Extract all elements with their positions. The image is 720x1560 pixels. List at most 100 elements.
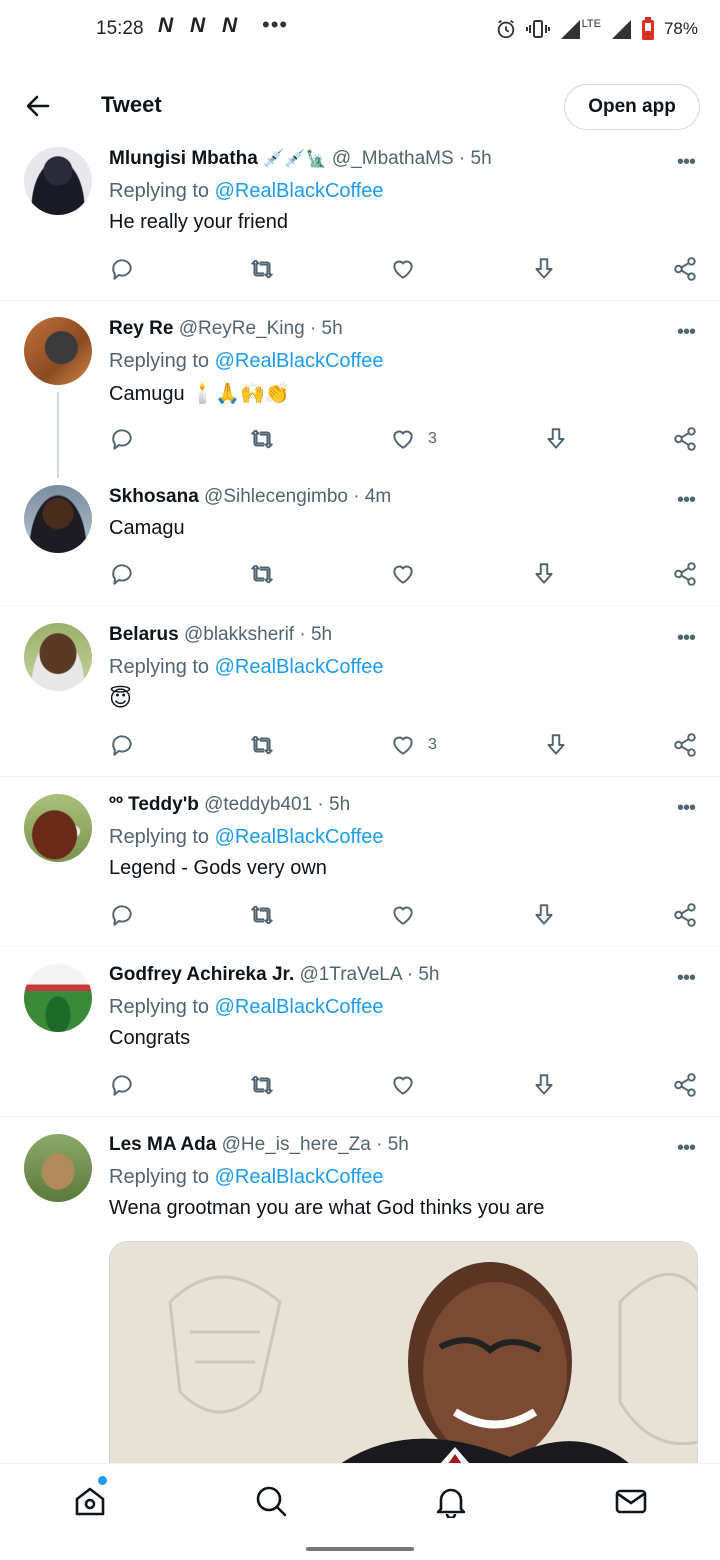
divider xyxy=(0,605,720,606)
author-handle: @_MbathaMS · 5h xyxy=(331,148,492,169)
more-options-icon[interactable]: ••• xyxy=(672,968,700,992)
page-title: Tweet xyxy=(101,92,162,117)
like-button[interactable] xyxy=(390,561,416,587)
tweet-meta: Skhosana @Sihlecengimbo · 4m xyxy=(109,486,391,508)
avatar[interactable] xyxy=(24,964,92,1032)
share-button[interactable] xyxy=(672,426,698,452)
author-name[interactable]: Mlungisi Mbatha xyxy=(109,148,258,169)
bottom-navigation xyxy=(0,1463,720,1535)
nav-messages[interactable] xyxy=(614,1484,648,1518)
divider xyxy=(0,946,720,947)
avatar[interactable] xyxy=(24,794,92,862)
share-icon xyxy=(674,257,696,281)
reply-button[interactable] xyxy=(109,561,135,587)
share-icon xyxy=(674,733,696,757)
retweet-button[interactable] xyxy=(249,732,275,758)
share-button[interactable] xyxy=(672,902,698,928)
reply-mention-link[interactable]: @RealBlackCoffee xyxy=(215,826,384,848)
tweet-meta: Godfrey Achireka Jr. @1TraVeLA · 5h xyxy=(109,964,440,986)
avatar[interactable] xyxy=(24,317,92,385)
author-handle: @teddyb401 · 5h xyxy=(204,794,351,815)
nav-home[interactable] xyxy=(73,1484,107,1518)
download-button[interactable] xyxy=(543,732,569,758)
avatar[interactable] xyxy=(24,1134,92,1202)
more-options-icon[interactable]: ••• xyxy=(672,152,700,176)
author-handle: @1TraVeLA · 5h xyxy=(299,964,440,985)
reply-mention-link[interactable]: @RealBlackCoffee xyxy=(215,996,384,1018)
top-app-bar: Tweet Open app xyxy=(0,70,720,142)
download-button[interactable] xyxy=(531,902,557,928)
gesture-bar[interactable] xyxy=(306,1547,414,1551)
download-button[interactable] xyxy=(543,426,569,452)
download-button[interactable] xyxy=(531,561,557,587)
author-name[interactable]: Les MA Ada xyxy=(109,1134,216,1155)
retweet-button[interactable] xyxy=(249,902,275,928)
download-arrow-icon xyxy=(535,258,553,279)
nav-search[interactable] xyxy=(254,1484,288,1518)
retweet-icon xyxy=(251,735,273,755)
share-icon xyxy=(674,562,696,586)
reply-button[interactable] xyxy=(109,256,135,282)
replying-label: Replying to xyxy=(109,1166,215,1188)
more-options-icon[interactable]: ••• xyxy=(672,628,700,652)
heart-icon xyxy=(393,906,413,925)
reply-mention-link[interactable]: @RealBlackCoffee xyxy=(215,1166,384,1188)
back-button[interactable] xyxy=(22,90,54,122)
more-options-icon[interactable]: ••• xyxy=(672,1138,700,1162)
like-button[interactable] xyxy=(390,426,416,452)
reply-icon xyxy=(112,735,132,756)
status-bar: 15:28 N N N ••• LTE 78% xyxy=(0,0,720,60)
retweet-button[interactable] xyxy=(249,561,275,587)
retweet-button[interactable] xyxy=(249,256,275,282)
tweet-media-image[interactable] xyxy=(109,1241,698,1463)
author-name[interactable]: Belarus xyxy=(109,624,179,645)
like-button[interactable] xyxy=(390,732,416,758)
avatar[interactable] xyxy=(24,485,92,553)
tweet-meta: Mlungisi Mbatha 💉💉🗽 @_MbathaMS · 5h xyxy=(109,148,492,170)
notification-n-icon: N xyxy=(158,14,173,37)
more-options-icon[interactable]: ••• xyxy=(672,798,700,822)
avatar[interactable] xyxy=(24,623,92,691)
avatar[interactable] xyxy=(24,147,92,215)
heart-icon xyxy=(393,430,413,449)
tweet-text: Legend - Gods very own xyxy=(109,857,327,879)
reply-mention-link[interactable]: @RealBlackCoffee xyxy=(215,180,384,202)
reply-button[interactable] xyxy=(109,732,135,758)
open-app-button[interactable]: Open app xyxy=(564,84,700,130)
download-button[interactable] xyxy=(531,1072,557,1098)
author-handle: @blakksherif · 5h xyxy=(183,624,333,645)
status-more-icon: ••• xyxy=(262,12,289,37)
share-icon xyxy=(674,427,696,451)
reply-mention-link[interactable]: @RealBlackCoffee xyxy=(215,656,384,678)
more-options-icon[interactable]: ••• xyxy=(672,322,700,346)
retweet-button[interactable] xyxy=(249,426,275,452)
author-name[interactable]: Rey Re xyxy=(109,318,173,339)
nav-notifications[interactable] xyxy=(434,1484,468,1520)
author-name[interactable]: ºº Teddy'b xyxy=(109,794,199,815)
author-name[interactable]: Skhosana xyxy=(109,486,199,507)
reply-icon xyxy=(112,1075,132,1096)
reply-button[interactable] xyxy=(109,902,135,928)
like-button[interactable] xyxy=(390,902,416,928)
like-button[interactable] xyxy=(390,1072,416,1098)
share-button[interactable] xyxy=(672,561,698,587)
like-button[interactable] xyxy=(390,256,416,282)
replying-to: Replying to @RealBlackCoffee xyxy=(109,1166,384,1189)
battery-percent: 78% xyxy=(663,19,698,38)
back-arrow-icon xyxy=(26,95,50,117)
share-button[interactable] xyxy=(672,1072,698,1098)
tweet-text: He really your friend xyxy=(109,211,288,233)
reply-button[interactable] xyxy=(109,1072,135,1098)
reply-button[interactable] xyxy=(109,426,135,452)
reply-icon xyxy=(112,429,132,450)
share-button[interactable] xyxy=(672,732,698,758)
retweet-button[interactable] xyxy=(249,1072,275,1098)
download-button[interactable] xyxy=(531,256,557,282)
replying-to: Replying to @RealBlackCoffee xyxy=(109,656,384,679)
reply-mention-link[interactable]: @RealBlackCoffee xyxy=(215,350,384,372)
author-name[interactable]: Godfrey Achireka Jr. xyxy=(109,964,294,985)
more-options-icon[interactable]: ••• xyxy=(672,490,700,514)
share-button[interactable] xyxy=(672,256,698,282)
signal-icon xyxy=(560,20,580,39)
author-handle: @He_is_here_Za · 5h xyxy=(221,1134,409,1155)
